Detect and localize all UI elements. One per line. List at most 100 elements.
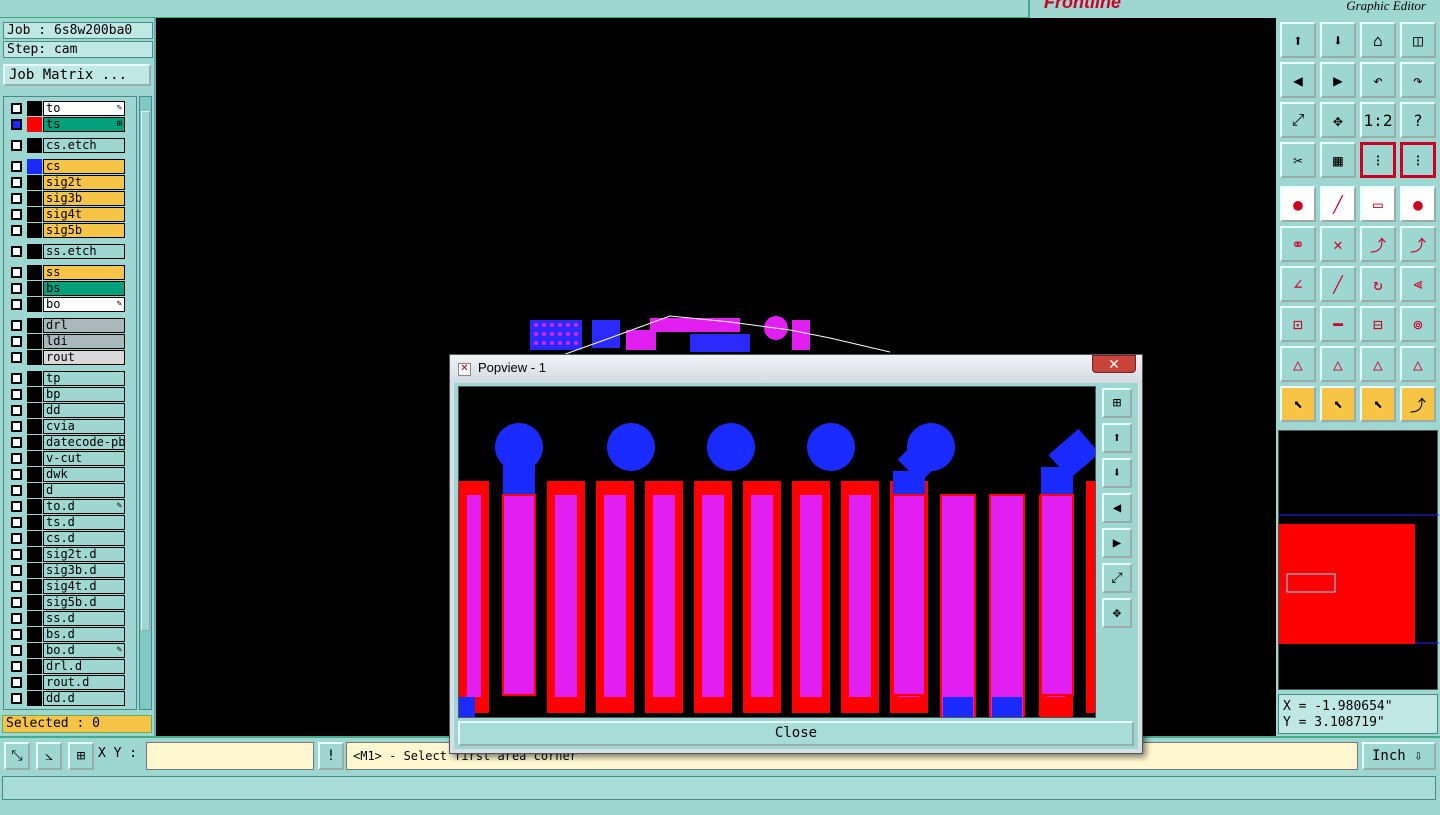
layer-color-swatch[interactable] (27, 595, 42, 610)
popview-close-button[interactable]: Close (458, 721, 1134, 746)
layer-row[interactable]: sig4t (6, 207, 136, 222)
layer-name[interactable]: tp (43, 371, 125, 386)
layer-row[interactable]: tp (6, 371, 136, 386)
layer-row[interactable]: rout (6, 350, 136, 365)
layer-name[interactable]: ldi (43, 334, 125, 349)
layer-row[interactable]: cs (6, 159, 136, 174)
layer-color-swatch[interactable] (27, 387, 42, 402)
layer-color-swatch[interactable] (27, 207, 42, 222)
layer-color-swatch[interactable] (27, 547, 42, 562)
layer-color-swatch[interactable] (27, 499, 42, 514)
draw-line-icon[interactable]: ╱ (1320, 186, 1356, 222)
select-pad-icon[interactable]: ● (1280, 186, 1316, 222)
arc-icon[interactable]: ↻ (1360, 266, 1396, 302)
layer-name[interactable]: cs.d (43, 531, 125, 546)
layer-row[interactable]: sig2t (6, 175, 136, 190)
layer-name[interactable]: ss (43, 265, 125, 280)
layer-color-swatch[interactable] (27, 244, 42, 259)
layer-color-swatch[interactable] (27, 191, 42, 206)
move-feature-icon[interactable]: ⤴ (1360, 226, 1396, 262)
layer-name[interactable]: sig2t (43, 175, 125, 190)
layer-name[interactable]: drl (43, 318, 125, 333)
layer-color-swatch[interactable] (27, 371, 42, 386)
layer-checkbox[interactable] (11, 693, 22, 704)
layer-color-swatch[interactable] (27, 515, 42, 530)
layer-checkbox[interactable] (11, 501, 22, 512)
popview-canvas[interactable] (458, 386, 1096, 718)
layer-color-swatch[interactable] (27, 435, 42, 450)
layer-checkbox[interactable] (11, 103, 22, 114)
layer-row[interactable]: cs.etch (6, 138, 136, 153)
layer-color-swatch[interactable] (27, 265, 42, 280)
layer-name[interactable]: bp (43, 387, 125, 402)
layer-checkbox[interactable] (11, 613, 22, 624)
layer-name[interactable]: v-cut (43, 451, 125, 466)
layer-color-swatch[interactable] (27, 318, 42, 333)
select-icon[interactable]: ⬉ (1280, 386, 1316, 422)
zoom-fit-icon[interactable]: ⤢ (1280, 102, 1316, 138)
layer-name[interactable]: rout.d (43, 675, 125, 690)
page-right-icon[interactable]: ▶ (1102, 528, 1132, 558)
layer-row[interactable]: cs.d (6, 531, 136, 546)
layer-name[interactable]: bs (43, 281, 125, 296)
layer-row[interactable]: datecode-pbe (6, 435, 136, 450)
layer-name[interactable]: bs.d (43, 627, 125, 642)
layer-color-swatch[interactable] (27, 451, 42, 466)
close-icon[interactable]: ✕ (1092, 355, 1136, 373)
measure-icon[interactable]: ⊟ (1360, 306, 1396, 342)
zoom-center-icon[interactable]: ✥ (1320, 102, 1356, 138)
layer-checkbox[interactable] (11, 177, 22, 188)
layer-checkbox[interactable] (11, 677, 22, 688)
layer-checkbox[interactable] (11, 373, 22, 384)
layer-row[interactable]: dd.d (6, 691, 136, 706)
layer-name[interactable]: bo ✎ (43, 297, 125, 312)
angle-icon[interactable]: ∠ (1280, 266, 1316, 302)
layer-name[interactable]: sig5b (43, 223, 125, 238)
layer-checkbox[interactable] (11, 389, 22, 400)
layer-color-swatch[interactable] (27, 297, 42, 312)
layer-row[interactable]: ts.d (6, 515, 136, 530)
zoom-center-icon[interactable]: ✥ (1102, 598, 1132, 628)
layer-name[interactable]: sig4t (43, 207, 125, 222)
layer-checkbox[interactable] (11, 225, 22, 236)
select-poly-icon[interactable]: ⬉ (1360, 386, 1396, 422)
layer-checkbox[interactable] (11, 661, 22, 672)
add-pad-icon[interactable]: ⊡ (1280, 306, 1316, 342)
move-right-icon[interactable]: ▶ (1320, 62, 1356, 98)
layer-name[interactable]: sig5b.d (43, 595, 125, 610)
grid-icon[interactable]: ▦ (1320, 142, 1356, 178)
layer-checkbox[interactable] (11, 336, 22, 347)
layer-name[interactable]: to.d ✎ (43, 499, 125, 514)
layer-row[interactable]: bp (6, 387, 136, 402)
info-icon[interactable]: ! (318, 742, 344, 770)
move-left-icon[interactable]: ◀ (1280, 62, 1316, 98)
page-up-icon[interactable]: ⬆ (1102, 423, 1132, 453)
route-icon[interactable]: ⤴ (1400, 386, 1436, 422)
layer-color-swatch[interactable] (27, 579, 42, 594)
scrollbar-thumb[interactable] (141, 111, 150, 631)
layer-color-swatch[interactable] (27, 563, 42, 578)
layer-checkbox[interactable] (11, 533, 22, 544)
layer-name[interactable]: ts.d (43, 515, 125, 530)
redo-icon[interactable]: ↷ (1400, 62, 1436, 98)
layer-diff-icon[interactable]: ⁝ (1400, 142, 1436, 178)
layer-row[interactable]: bs (6, 281, 136, 296)
overview-map[interactable] (1278, 430, 1439, 690)
layer-row[interactable]: bo ✎ (6, 297, 136, 312)
save-icon[interactable]: ⬇ (1320, 22, 1356, 58)
layer-name[interactable]: sig2t.d (43, 547, 125, 562)
layer-checkbox[interactable] (11, 565, 22, 576)
layer-row[interactable]: sig2t.d (6, 547, 136, 562)
layer-checkbox[interactable] (11, 597, 22, 608)
layer-color-swatch[interactable] (27, 483, 42, 498)
layer-color-swatch[interactable] (27, 403, 42, 418)
measure-icon[interactable]: ⦣ (36, 742, 62, 770)
snap-grid-icon[interactable]: ⊞ (68, 742, 94, 770)
page-down-icon[interactable]: ⬇ (1102, 458, 1132, 488)
layer-row[interactable]: sig5b.d (6, 595, 136, 610)
layer-row[interactable]: bo.d ✎ (6, 643, 136, 658)
layer-color-swatch[interactable] (27, 350, 42, 365)
layer-checkbox[interactable] (11, 193, 22, 204)
layer-color-swatch[interactable] (27, 223, 42, 238)
layer-checkbox[interactable] (11, 453, 22, 464)
